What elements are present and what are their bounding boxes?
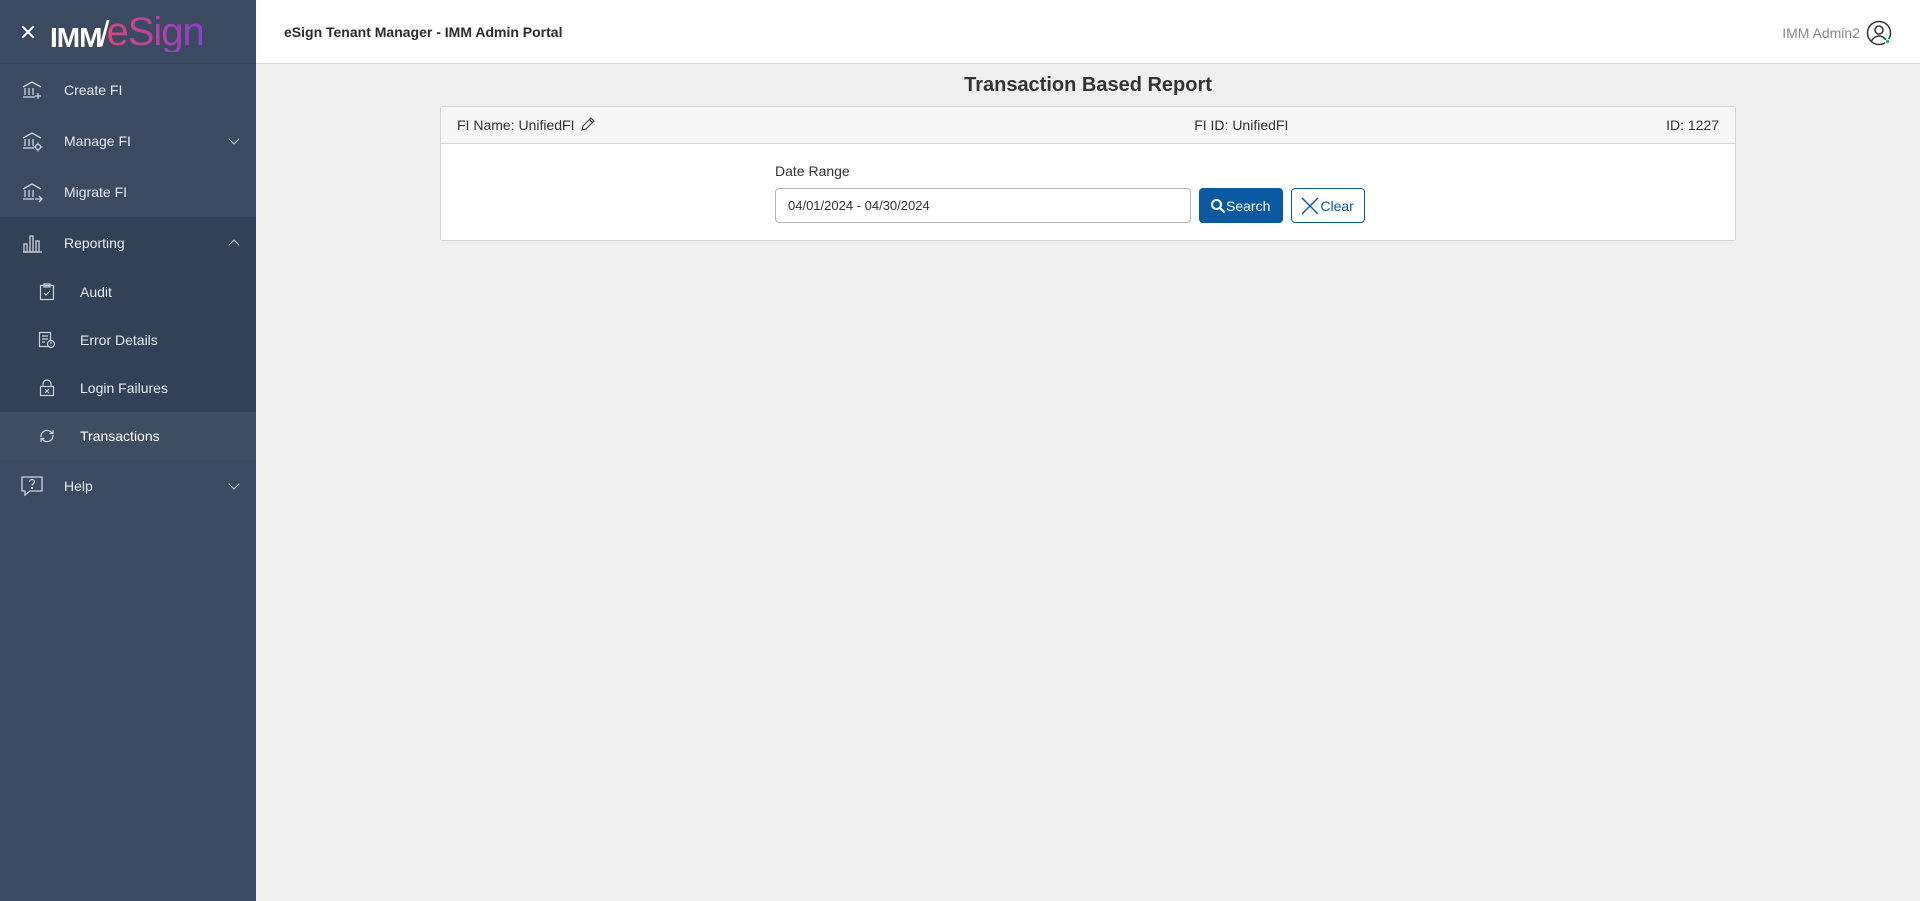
report-card: FI Name: UnifiedFI FI ID: UnifiedFI ID: … bbox=[440, 106, 1736, 241]
date-range-form: Date Range Search Clear bbox=[775, 163, 1365, 223]
sidebar-item-label: Migrate FI bbox=[64, 183, 128, 200]
app-title: eSign Tenant Manager - IMM Admin Portal bbox=[284, 23, 563, 40]
user-avatar-icon[interactable] bbox=[1866, 20, 1892, 46]
chevron-down-icon bbox=[228, 133, 240, 145]
sidebar-item-reporting[interactable]: Reporting bbox=[0, 217, 256, 268]
date-range-input[interactable] bbox=[775, 188, 1191, 223]
fi-name: FI Name: UnifiedFI bbox=[457, 117, 575, 133]
clear-button[interactable]: Clear bbox=[1291, 188, 1365, 223]
fi-id: FI ID: UnifiedFI bbox=[1194, 117, 1289, 133]
logo: IMM / eSign bbox=[50, 9, 205, 54]
top-header: eSign Tenant Manager - IMM Admin Portal … bbox=[256, 0, 1920, 64]
search-icon bbox=[1211, 198, 1226, 213]
clear-button-label: Clear bbox=[1320, 197, 1354, 214]
fi-numeric-id: ID: 1227 bbox=[1666, 117, 1719, 133]
sidebar-item-label: Login Failures bbox=[80, 380, 168, 396]
logo-imm: IMM bbox=[50, 21, 102, 53]
sidebar-item-label: Create FI bbox=[64, 81, 123, 98]
logo-esign: eSign bbox=[106, 9, 204, 54]
lock-x-icon bbox=[38, 379, 56, 397]
brand-bar: IMM / eSign bbox=[0, 0, 256, 64]
fi-name-group: FI Name: UnifiedFI bbox=[457, 116, 596, 135]
fi-info-bar: FI Name: UnifiedFI FI ID: UnifiedFI ID: … bbox=[441, 107, 1735, 144]
error-doc-icon bbox=[38, 331, 56, 349]
reporting-submenu: Audit Error Details Login Failures Trans… bbox=[0, 268, 256, 460]
date-range-row: Search Clear bbox=[775, 188, 1365, 223]
sidebar-item-audit[interactable]: Audit bbox=[0, 268, 256, 316]
bank-plus-icon bbox=[20, 78, 44, 102]
sidebar-item-create-fi[interactable]: Create FI bbox=[0, 64, 256, 115]
search-button-label: Search bbox=[1226, 197, 1271, 214]
bar-chart-icon bbox=[20, 231, 44, 255]
sidebar-item-label: Help bbox=[64, 477, 93, 494]
user-menu[interactable]: IMM Admin2 bbox=[1782, 20, 1892, 46]
sync-icon bbox=[38, 427, 56, 445]
sidebar-item-label: Audit bbox=[80, 284, 112, 300]
chevron-up-icon bbox=[228, 239, 240, 251]
bank-gear-icon bbox=[20, 129, 44, 153]
sidebar-item-transactions[interactable]: Transactions bbox=[0, 412, 256, 460]
clipboard-check-icon bbox=[38, 283, 56, 301]
sidebar: IMM / eSign Create FI Manage FI Migrate … bbox=[0, 0, 256, 901]
sidebar-item-manage-fi[interactable]: Manage FI bbox=[0, 115, 256, 166]
chevron-down-icon bbox=[228, 478, 240, 490]
help-icon bbox=[20, 474, 44, 498]
sidebar-item-login-failures[interactable]: Login Failures bbox=[0, 364, 256, 412]
sidebar-item-label: Reporting bbox=[64, 234, 125, 251]
user-name: IMM Admin2 bbox=[1782, 25, 1860, 41]
bank-arrow-icon bbox=[20, 180, 44, 204]
sidebar-item-label: Error Details bbox=[80, 332, 158, 348]
date-range-label: Date Range bbox=[775, 163, 850, 179]
sidebar-item-migrate-fi[interactable]: Migrate FI bbox=[0, 166, 256, 217]
close-sidebar-icon[interactable] bbox=[18, 22, 38, 42]
edit-pencil-icon[interactable] bbox=[580, 116, 596, 135]
sidebar-item-label: Transactions bbox=[80, 428, 160, 444]
sidebar-item-error-details[interactable]: Error Details bbox=[0, 316, 256, 364]
close-icon bbox=[1301, 197, 1319, 214]
search-button[interactable]: Search bbox=[1199, 188, 1284, 223]
sidebar-item-label: Manage FI bbox=[64, 132, 131, 149]
page-title: Transaction Based Report bbox=[964, 74, 1212, 96]
sidebar-item-help[interactable]: Help bbox=[0, 460, 256, 511]
